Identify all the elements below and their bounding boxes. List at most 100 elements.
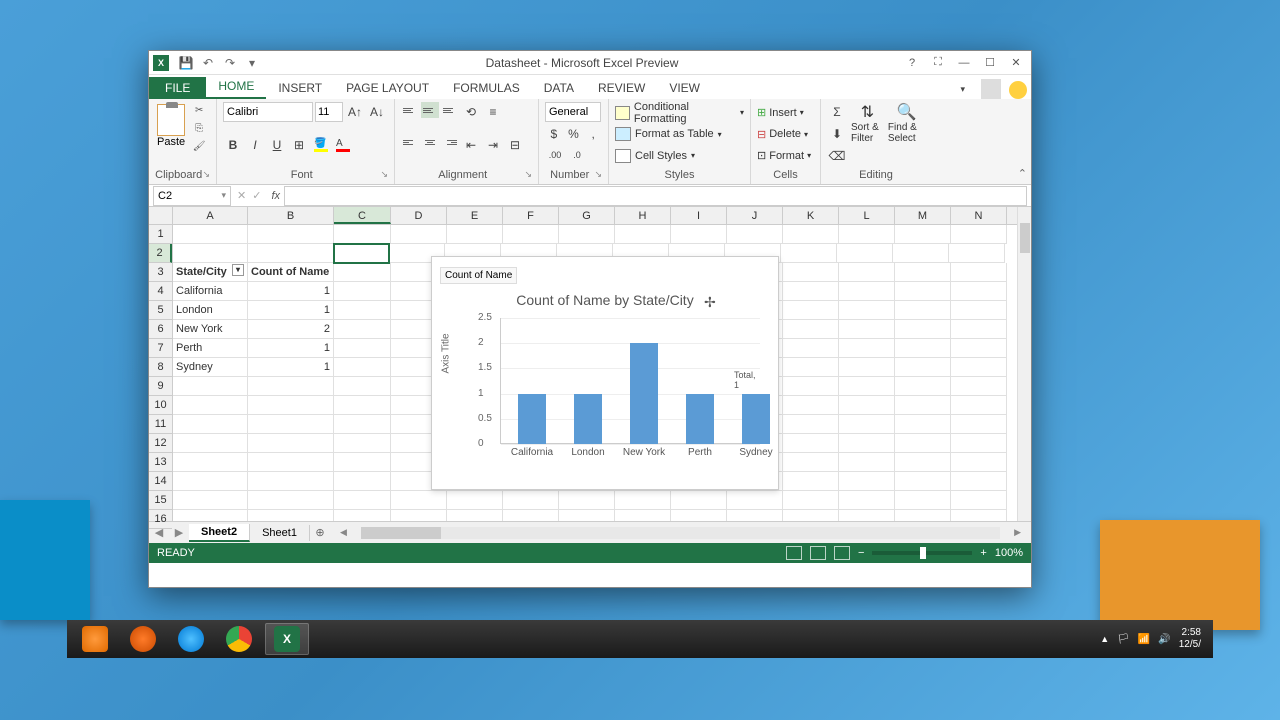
cell[interactable] — [248, 510, 334, 521]
cell[interactable] — [951, 453, 1007, 472]
tab-page-layout[interactable]: PAGE LAYOUT — [334, 77, 441, 99]
cell[interactable] — [727, 491, 783, 510]
cell[interactable] — [951, 320, 1007, 339]
cell[interactable] — [248, 434, 334, 453]
autosum-icon[interactable]: Σ — [827, 102, 847, 122]
qat-customize-icon[interactable]: ▾ — [243, 54, 261, 72]
cell[interactable] — [783, 396, 839, 415]
sheet-tab-sheet1[interactable]: Sheet1 — [250, 525, 310, 541]
cell[interactable] — [783, 491, 839, 510]
undo-icon[interactable]: ↶ — [199, 54, 217, 72]
cell[interactable] — [334, 396, 391, 415]
cell[interactable] — [334, 510, 391, 521]
align-center-icon[interactable] — [421, 135, 439, 151]
chart-title[interactable]: Count of Name by State/City — [440, 292, 770, 308]
insert-cells-button[interactable]: ⊞Insert▾ — [757, 102, 814, 123]
column-header[interactable]: I — [671, 207, 727, 224]
cell[interactable] — [334, 358, 391, 377]
increase-font-icon[interactable]: A↑ — [345, 102, 365, 122]
cell[interactable] — [895, 491, 951, 510]
cell[interactable] — [895, 415, 951, 434]
cell[interactable] — [895, 225, 951, 244]
cell[interactable] — [671, 510, 727, 521]
cell[interactable]: 1 — [248, 282, 334, 301]
cell[interactable] — [248, 491, 334, 510]
cell[interactable] — [334, 301, 391, 320]
tray-flag-icon[interactable]: 🏳 — [1117, 634, 1130, 645]
cell[interactable] — [391, 510, 447, 521]
find-select-button[interactable]: 🔍Find & Select — [888, 102, 925, 166]
orientation-icon[interactable]: ⟲ — [461, 102, 481, 122]
cell[interactable] — [839, 415, 895, 434]
tab-view[interactable]: VIEW — [657, 77, 712, 99]
taskbar-clock[interactable]: 2:58 12/5/ — [1179, 627, 1201, 651]
comma-icon[interactable]: , — [584, 124, 602, 144]
save-icon[interactable]: 💾 — [177, 54, 195, 72]
cell[interactable]: 1 — [248, 301, 334, 320]
enter-formula-icon[interactable]: ✓ — [252, 189, 261, 202]
cell[interactable] — [248, 453, 334, 472]
cell[interactable] — [334, 491, 391, 510]
cell[interactable]: 2 — [248, 320, 334, 339]
cell[interactable] — [334, 282, 391, 301]
add-sheet-icon[interactable]: ⊕ — [310, 526, 330, 539]
cell[interactable] — [951, 396, 1007, 415]
font-launcher-icon[interactable]: ↘ — [380, 169, 388, 180]
underline-button[interactable]: U — [267, 135, 287, 155]
cell[interactable] — [839, 510, 895, 521]
cell[interactable]: New York — [173, 320, 248, 339]
zoom-out-icon[interactable]: − — [858, 547, 864, 559]
row-header[interactable]: 13 — [149, 453, 172, 472]
row-header[interactable]: 7 — [149, 339, 172, 358]
chart-bar[interactable] — [630, 343, 658, 444]
merge-icon[interactable]: ⊟ — [505, 135, 525, 155]
row-header[interactable]: 12 — [149, 434, 172, 453]
select-all-corner[interactable] — [149, 207, 173, 225]
cell[interactable] — [895, 472, 951, 491]
cell[interactable] — [893, 244, 949, 263]
close-button[interactable]: ✕ — [1005, 54, 1027, 72]
number-launcher-icon[interactable]: ↘ — [594, 169, 602, 180]
cell[interactable] — [895, 434, 951, 453]
vertical-scrollbar[interactable] — [1017, 207, 1031, 521]
row-header[interactable]: 9 — [149, 377, 172, 396]
cell[interactable] — [559, 491, 615, 510]
cell[interactable] — [783, 453, 839, 472]
cell[interactable] — [895, 396, 951, 415]
cell[interactable] — [334, 320, 391, 339]
cell[interactable] — [783, 510, 839, 521]
clear-icon[interactable]: ⌫ — [827, 146, 847, 166]
filter-dropdown-icon[interactable]: ▾ — [232, 264, 244, 276]
decrease-indent-icon[interactable]: ⇤ — [461, 135, 481, 155]
cell[interactable] — [839, 453, 895, 472]
format-as-table-button[interactable]: Format as Table▾ — [615, 124, 744, 145]
sheet-tab-sheet2[interactable]: Sheet2 — [189, 524, 250, 542]
font-size-select[interactable] — [315, 102, 343, 122]
cell[interactable] — [248, 377, 334, 396]
cell[interactable] — [951, 282, 1007, 301]
chart-bar[interactable] — [742, 394, 770, 444]
cell[interactable] — [783, 339, 839, 358]
minimize-button[interactable]: — — [953, 54, 975, 72]
cell[interactable] — [781, 244, 837, 263]
row-header[interactable]: 2 — [149, 244, 172, 263]
cell[interactable] — [949, 244, 1005, 263]
column-header[interactable]: C — [334, 207, 391, 224]
tab-nav-next-icon[interactable]: ▶ — [169, 526, 189, 539]
cell[interactable]: Count of Name — [248, 263, 334, 282]
number-format-select[interactable] — [545, 102, 601, 122]
cell[interactable] — [951, 339, 1007, 358]
cell[interactable] — [839, 377, 895, 396]
cell[interactable] — [839, 339, 895, 358]
chart-legend[interactable]: Count of Name — [440, 267, 517, 284]
cell[interactable] — [173, 244, 248, 263]
chart-y-axis-label[interactable]: Axis Title — [441, 333, 452, 373]
tray-show-hidden-icon[interactable]: ▲ — [1100, 634, 1109, 644]
cell[interactable]: California — [173, 282, 248, 301]
tray-volume-icon[interactable]: 🔊 — [1158, 634, 1170, 645]
ribbon-display-icon[interactable]: ⛶ — [927, 54, 949, 72]
zoom-slider[interactable] — [872, 551, 972, 555]
cell[interactable]: Perth — [173, 339, 248, 358]
cell[interactable] — [839, 225, 895, 244]
increase-decimal-icon[interactable]: .00 — [545, 145, 565, 165]
